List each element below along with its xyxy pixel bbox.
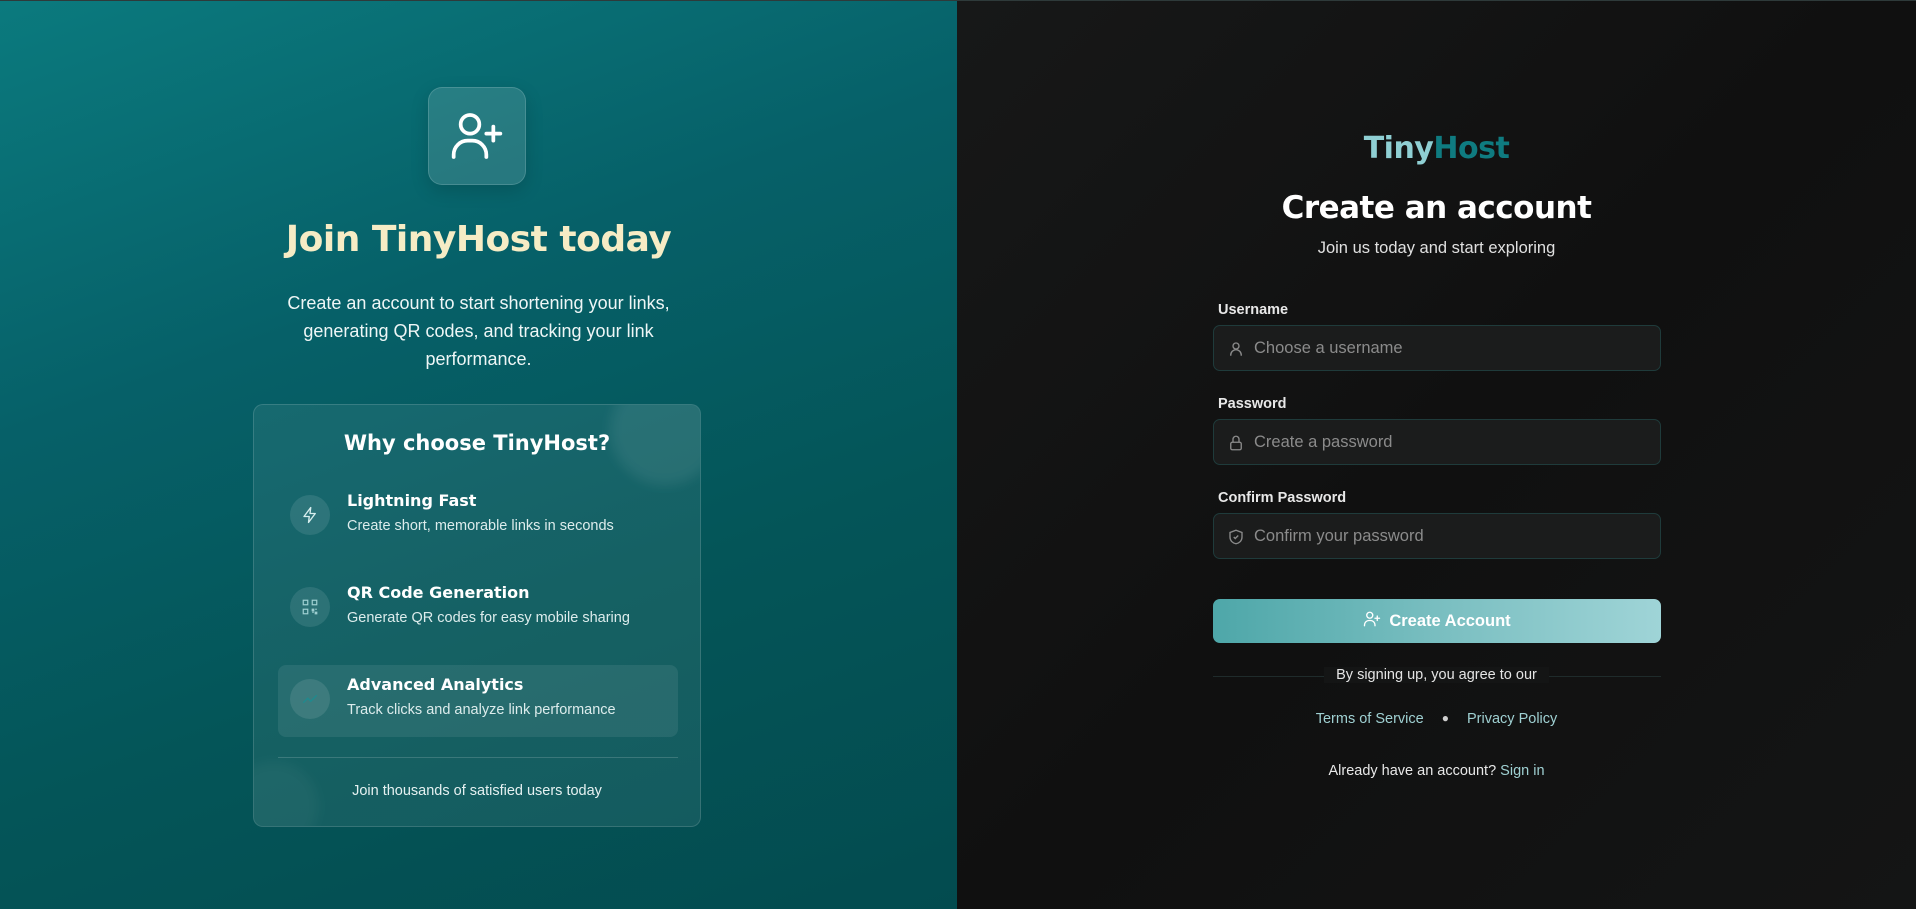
form-title: Create an account bbox=[1281, 190, 1592, 226]
feature-item-analytics: Advanced Analytics Track clicks and anal… bbox=[278, 665, 678, 737]
feature-name: Advanced Analytics bbox=[347, 675, 524, 694]
password-field[interactable] bbox=[1213, 419, 1661, 465]
create-account-label: Create Account bbox=[1389, 611, 1511, 630]
qr-code-icon bbox=[290, 587, 330, 627]
shield-icon bbox=[1227, 528, 1245, 546]
signin-prompt-text: Already have an account? bbox=[1328, 763, 1497, 779]
user-plus-icon bbox=[428, 87, 526, 185]
feature-item-qr: QR Code Generation Generate QR codes for… bbox=[278, 573, 678, 645]
analytics-icon bbox=[290, 679, 330, 719]
feature-description: Track clicks and analyze link performanc… bbox=[347, 702, 616, 718]
brand-part-1: Tiny bbox=[1363, 131, 1434, 166]
legal-links: Terms of Service ● Privacy Policy bbox=[957, 711, 1916, 727]
feature-description: Create short, memorable links in seconds bbox=[347, 518, 614, 534]
sign-in-link[interactable]: Sign in bbox=[1500, 763, 1544, 779]
form-subtitle: Join us today and start exploring bbox=[1317, 239, 1556, 257]
confirm-password-label: Confirm Password bbox=[1218, 490, 1347, 506]
privacy-policy-link[interactable]: Privacy Policy bbox=[1467, 711, 1557, 727]
why-choose-card: Why choose TinyHost? Lightning Fast Crea… bbox=[253, 404, 701, 827]
hero-title: Join TinyHost today bbox=[285, 219, 672, 260]
feature-name: Lightning Fast bbox=[347, 491, 477, 510]
terms-intro-text: By signing up, you agree to our bbox=[1324, 667, 1549, 683]
lock-icon bbox=[1227, 434, 1245, 452]
why-choose-title: Why choose TinyHost? bbox=[343, 431, 611, 455]
why-footer-text: Join thousands of satisfied users today bbox=[352, 783, 602, 799]
username-input[interactable] bbox=[1254, 326, 1644, 370]
user-icon bbox=[1227, 340, 1245, 358]
confirm-password-field[interactable] bbox=[1213, 513, 1661, 559]
signup-panel: TinyHost Create an account Join us today… bbox=[957, 1, 1916, 909]
feature-description: Generate QR codes for easy mobile sharin… bbox=[347, 610, 630, 626]
lightning-icon bbox=[290, 495, 330, 535]
terms-of-service-link[interactable]: Terms of Service bbox=[1316, 711, 1424, 727]
signin-prompt: Already have an account? Sign in bbox=[957, 763, 1916, 779]
promo-panel: Join TinyHost today Create an account to… bbox=[0, 1, 957, 909]
feature-name: QR Code Generation bbox=[347, 583, 530, 602]
hero-description: Create an account to start shortening yo… bbox=[287, 293, 670, 369]
password-input[interactable] bbox=[1254, 420, 1644, 464]
username-field[interactable] bbox=[1213, 325, 1661, 371]
divider bbox=[278, 757, 678, 758]
create-account-button[interactable]: Create Account bbox=[1213, 599, 1661, 643]
user-plus-icon bbox=[1363, 610, 1381, 633]
feature-item-lightning: Lightning Fast Create short, memorable l… bbox=[278, 481, 678, 553]
bullet-separator: ● bbox=[1441, 711, 1449, 725]
confirm-password-input[interactable] bbox=[1254, 514, 1644, 558]
username-label: Username bbox=[1218, 302, 1289, 318]
password-label: Password bbox=[1218, 396, 1287, 412]
brand-logo: TinyHost bbox=[957, 131, 1916, 166]
terms-intro: By signing up, you agree to our bbox=[957, 666, 1916, 684]
brand-part-2: Host bbox=[1433, 131, 1510, 166]
